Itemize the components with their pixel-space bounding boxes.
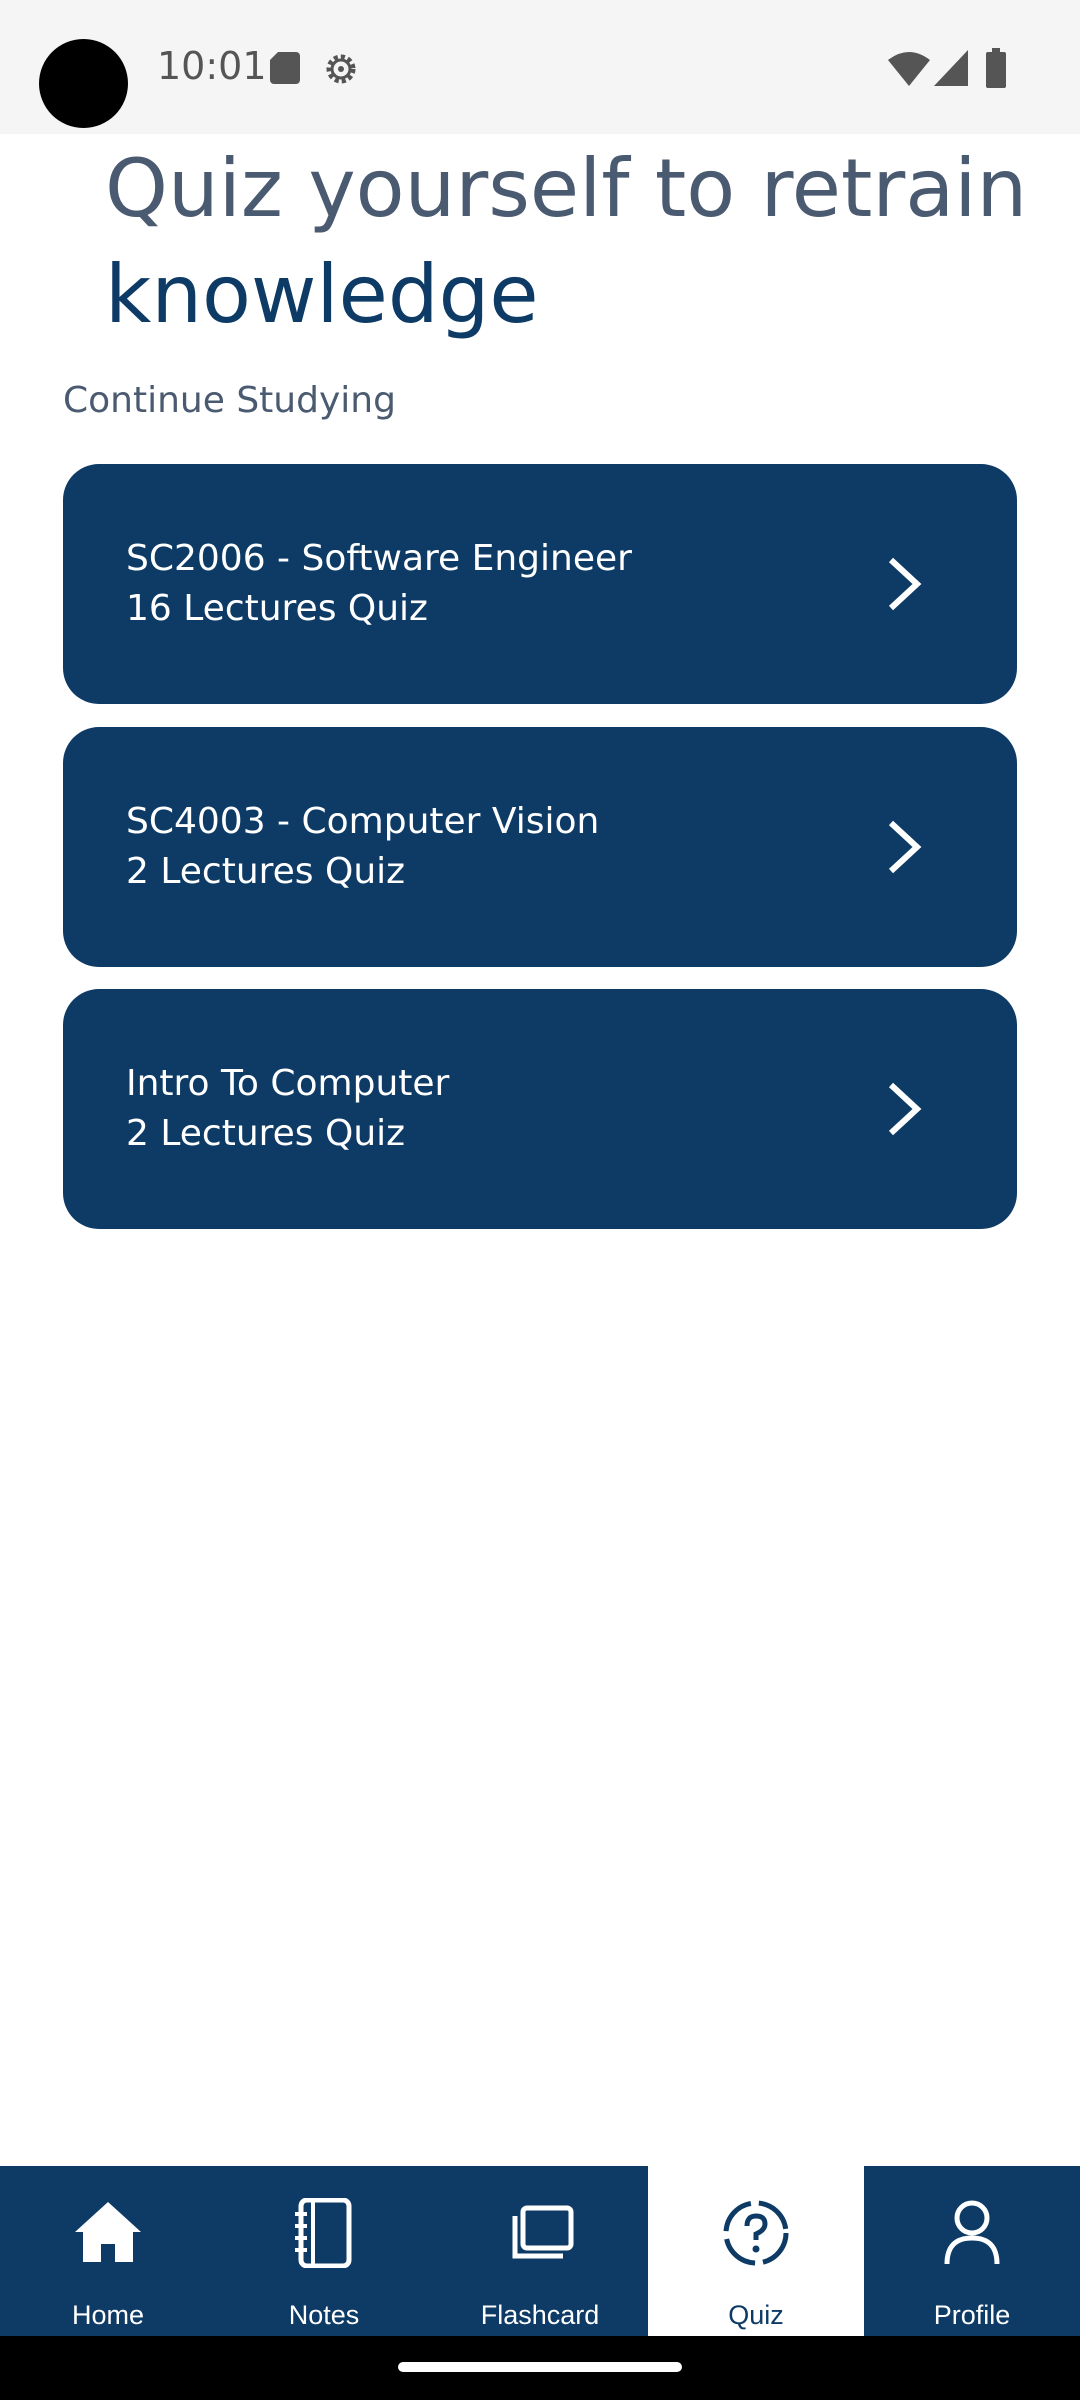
chevron-right-icon xyxy=(888,1082,922,1136)
home-icon xyxy=(75,2202,141,2262)
nav-item-profile[interactable]: Profile xyxy=(864,2166,1080,2336)
profile-icon xyxy=(944,2200,1000,2265)
quiz-card-sc4003[interactable]: SC4003 - Computer Vision 2 Lectures Quiz xyxy=(63,727,1017,967)
wifi-icon xyxy=(888,52,930,86)
bottom-navigation: Home Notes Flashcard Quiz Profile xyxy=(0,2166,1080,2336)
nav-item-quiz[interactable]: Quiz xyxy=(648,2166,864,2336)
chevron-right-icon xyxy=(888,557,922,611)
quiz-card-subtitle: 16 Lectures Quiz xyxy=(126,588,428,629)
page-title-accent: knowledge xyxy=(105,248,539,341)
quiz-card-title: SC4003 - Computer Vision xyxy=(126,801,600,842)
chevron-right-icon xyxy=(888,820,922,874)
nav-item-flashcard[interactable]: Flashcard xyxy=(432,2166,648,2336)
quiz-card-subtitle: 2 Lectures Quiz xyxy=(126,1113,406,1154)
sd-card-icon xyxy=(270,52,300,84)
page-title-line1: Quiz yourself to retrain xyxy=(105,142,1028,235)
quiz-card-title: SC2006 - Software Engineer xyxy=(126,538,632,579)
flashcard-icon xyxy=(512,2205,574,2259)
settings-gear-icon xyxy=(326,54,356,84)
status-bar: 10:01 xyxy=(0,0,1080,134)
nav-label: Home xyxy=(71,2300,145,2330)
nav-label: Notes xyxy=(288,2300,360,2330)
home-gesture-handle[interactable] xyxy=(398,2362,682,2372)
quiz-card-sc2006[interactable]: SC2006 - Software Engineer 16 Lectures Q… xyxy=(63,464,1017,704)
quiz-card-title: Intro To Computer xyxy=(126,1063,450,1104)
signal-icon xyxy=(934,50,968,86)
notebook-icon xyxy=(295,2198,352,2268)
nav-item-home[interactable]: Home xyxy=(0,2166,216,2336)
battery-icon xyxy=(986,48,1006,88)
quiz-icon xyxy=(723,2200,789,2266)
nav-item-notes[interactable]: Notes xyxy=(216,2166,432,2336)
page-title: Quiz yourself to retrain knowledge xyxy=(105,136,1045,348)
status-time: 10:01 xyxy=(157,44,267,88)
quiz-card-intro-computer[interactable]: Intro To Computer 2 Lectures Quiz xyxy=(63,989,1017,1229)
gesture-navigation-bar xyxy=(0,2336,1080,2400)
camera-cutout xyxy=(39,39,128,128)
section-label: Continue Studying xyxy=(63,380,396,421)
nav-label: Flashcard xyxy=(480,2300,600,2330)
quiz-card-subtitle: 2 Lectures Quiz xyxy=(126,851,406,892)
nav-label: Profile xyxy=(933,2300,1011,2330)
nav-label: Quiz xyxy=(728,2300,784,2330)
